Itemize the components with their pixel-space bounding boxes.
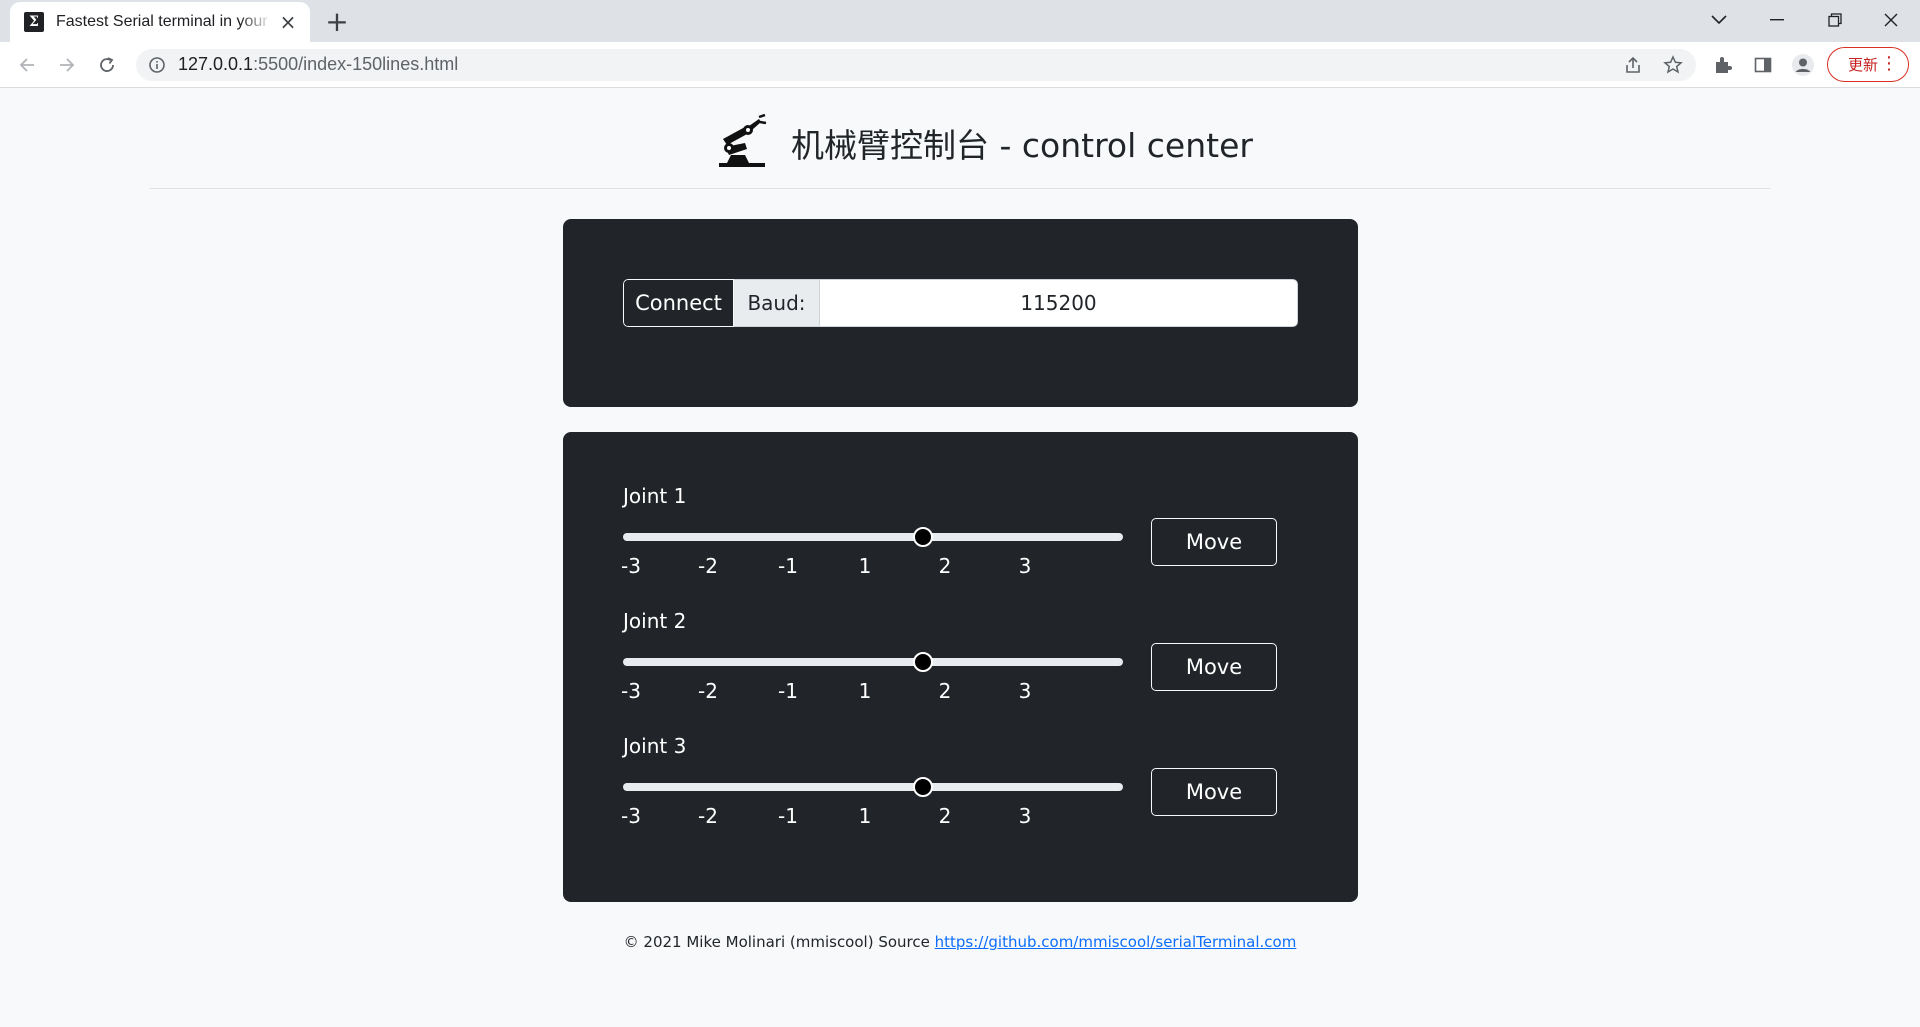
tick-label: 2 [938,679,952,703]
tab-title: Fastest Serial terminal in your browser [56,13,272,30]
tick-label: 1 [858,554,872,578]
restore-icon[interactable] [1806,0,1864,40]
slider-thumb[interactable] [913,527,933,547]
minimize-icon[interactable] [1748,0,1806,40]
source-link[interactable]: https://github.com/mmiscool/serialTermin… [935,933,1297,951]
move-button[interactable]: Move [1151,768,1277,816]
slider-ticks: -3 -2 -1 1 2 3 [621,554,1123,578]
slider-ticks: -3 -2 -1 1 2 3 [621,804,1123,828]
sidepanel-icon[interactable] [1750,52,1776,78]
tick-label: -2 [698,554,718,578]
share-icon[interactable] [1620,52,1646,78]
page-content: 机械臂控制台 - control center Connect Baud: Jo… [0,89,1920,1027]
baud-label: Baud: [734,279,819,327]
tab-search-icon[interactable] [1690,0,1748,40]
new-tab-icon[interactable]: + [322,8,352,38]
tick-label: -3 [621,554,641,578]
robot-arm-icon [719,113,767,167]
update-label: 更新 [1848,56,1879,74]
forward-icon[interactable] [52,50,82,80]
joint-slider[interactable] [623,652,1123,672]
tab-strip: Σ Fastest Serial terminal in your browse… [0,0,1920,42]
tick-label: 3 [1018,804,1032,828]
joint-slider[interactable] [623,777,1123,797]
move-button[interactable]: Move [1151,518,1277,566]
update-button[interactable]: 更新 ⋮ [1827,47,1909,82]
connect-input-group: Connect Baud: [623,279,1298,327]
slider-thumb[interactable] [913,652,933,672]
tick-label: 1 [858,804,872,828]
url-path: :5500/index-150lines.html [253,54,459,74]
joints-card: Joint 1 -3 -2 -1 1 2 3 Move Joint 2 -3 -2 -1 1 2 3… [563,432,1358,902]
tick-label: -2 [698,679,718,703]
tick-label: 2 [938,804,952,828]
tick-label: 3 [1018,554,1032,578]
joint-slider[interactable] [623,527,1123,547]
profile-icon[interactable] [1790,52,1816,78]
url-text: 127.0.0.1:5500/index-150lines.html [178,54,458,75]
back-icon[interactable] [12,50,42,80]
info-icon[interactable] [148,56,166,74]
tab-close-icon[interactable]: × [278,12,298,32]
browser-tab[interactable]: Σ Fastest Serial terminal in your browse… [10,2,310,42]
joint-2: Joint 2 -3 -2 -1 1 2 3 Move [621,609,1303,719]
footer-text: © 2021 Mike Molinari (mmiscool) Source [623,933,935,951]
close-window-icon[interactable] [1862,0,1920,40]
tick-label: -1 [778,554,798,578]
joint-1: Joint 1 -3 -2 -1 1 2 3 Move [621,484,1303,594]
joint-3: Joint 3 -3 -2 -1 1 2 3 Move [621,734,1303,844]
slider-ticks: -3 -2 -1 1 2 3 [621,679,1123,703]
tab-favicon-icon: Σ [24,12,44,32]
footer: © 2021 Mike Molinari (mmiscool) Source h… [0,933,1920,951]
page-title: 机械臂控制台 - control center [791,126,1253,165]
joint-label: Joint 3 [623,734,687,758]
connect-button[interactable]: Connect [623,279,734,327]
tick-label: -3 [621,679,641,703]
baud-input[interactable] [819,279,1298,327]
tick-label: 2 [938,554,952,578]
joint-label: Joint 2 [623,609,687,633]
address-bar[interactable]: 127.0.0.1:5500/index-150lines.html [136,49,1696,81]
star-icon[interactable] [1660,52,1686,78]
tick-label: -2 [698,804,718,828]
url-host: 127.0.0.1 [178,54,254,74]
connect-card: Connect Baud: [563,219,1358,407]
joint-label: Joint 1 [623,484,687,508]
more-icon: ⋮ [1880,53,1898,74]
tick-label: -1 [778,804,798,828]
reload-icon[interactable] [92,50,122,80]
tick-label: 3 [1018,679,1032,703]
slider-thumb[interactable] [913,777,933,797]
browser-toolbar: 127.0.0.1:5500/index-150lines.html 更新 ⋮ [0,42,1920,88]
tick-label: -3 [621,804,641,828]
page-header: 机械臂控制台 - control center [150,89,1770,189]
move-button[interactable]: Move [1151,643,1277,691]
tick-label: -1 [778,679,798,703]
tick-label: 1 [858,679,872,703]
extensions-icon[interactable] [1710,52,1736,78]
